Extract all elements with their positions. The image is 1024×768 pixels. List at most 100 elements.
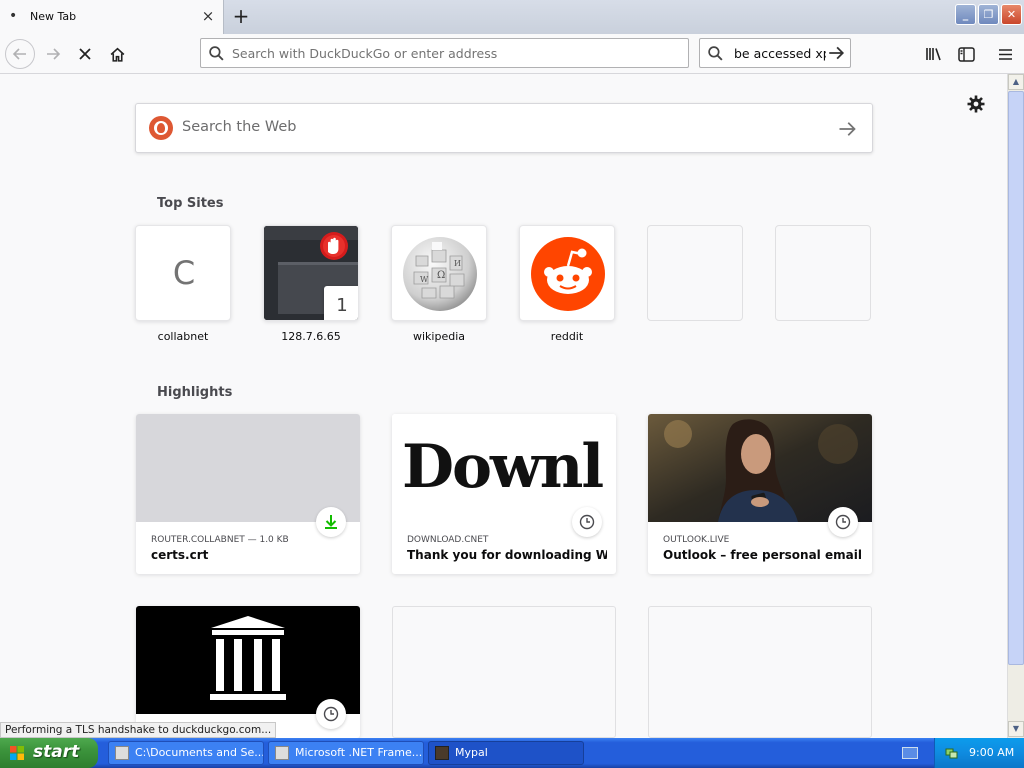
stop-button[interactable]	[70, 39, 100, 69]
sidebar-icon	[957, 46, 975, 62]
site-letter: C	[172, 254, 196, 292]
search-input[interactable]	[734, 46, 826, 61]
archive-building-icon	[210, 616, 286, 700]
top-site-empty[interactable]	[775, 225, 871, 321]
top-site-128-7-6-65[interactable]: 1 128.7.6.65	[263, 225, 359, 343]
reddit-logo-icon	[531, 237, 605, 311]
tab-strip: • New Tab × + _ ❐ ✕	[0, 0, 1024, 34]
mypal-icon	[435, 746, 449, 760]
minimize-button[interactable]: _	[955, 4, 976, 25]
site-tile-placeholder[interactable]	[647, 225, 743, 321]
scroll-thumb[interactable]	[1008, 91, 1024, 665]
navigation-bar	[0, 34, 1024, 74]
hamburger-menu-icon	[998, 48, 1012, 60]
menu-button[interactable]	[990, 39, 1020, 69]
top-site-wikipedia[interactable]: Ω И W wikipedia	[391, 225, 487, 343]
site-label: collabnet	[157, 330, 209, 343]
scroll-up-button[interactable]: ▲	[1008, 74, 1024, 90]
taskbar-item-dotnet[interactable]: Microsoft .NET Frame...	[268, 741, 424, 765]
arrow-right-icon[interactable]	[827, 44, 845, 62]
task-label: C:\Documents and Se...	[135, 746, 264, 759]
clock[interactable]: 9:00 AM	[969, 746, 1014, 759]
search-bar[interactable]	[699, 38, 851, 68]
page-scrollbar[interactable]: ▲ ▼	[1007, 74, 1024, 738]
top-site-reddit[interactable]: reddit	[519, 225, 615, 343]
highlight-card-archive[interactable]	[136, 606, 360, 738]
search-icon	[708, 46, 723, 61]
card-badge	[316, 699, 346, 729]
svg-text:Ω: Ω	[437, 270, 445, 281]
library-icon	[926, 48, 941, 61]
card-title: Outlook – free personal email an...	[663, 548, 863, 562]
scroll-down-button[interactable]: ▼	[1008, 721, 1024, 737]
close-icon	[79, 48, 91, 60]
highlight-card-placeholder	[392, 606, 616, 738]
tab-title: New Tab	[30, 10, 77, 23]
card-badge	[828, 507, 858, 537]
site-label: reddit	[550, 330, 584, 343]
keyboard-icon[interactable]	[902, 747, 918, 759]
web-search-input[interactable]	[182, 119, 782, 135]
site-tile-placeholder[interactable]	[775, 225, 871, 321]
top-sites-heading: Top Sites	[157, 196, 224, 211]
wikipedia-globe-icon: Ω И W	[403, 237, 477, 311]
task-label: Mypal	[455, 746, 488, 759]
highlights-heading: Highlights	[157, 385, 233, 400]
site-tile[interactable]: 1	[263, 225, 359, 321]
clock-icon	[323, 706, 339, 722]
close-window-button[interactable]: ✕	[1001, 4, 1022, 25]
home-button[interactable]	[102, 39, 132, 69]
download-icon	[325, 515, 337, 529]
network-icon[interactable]	[945, 746, 959, 760]
arrow-right-icon[interactable]	[837, 119, 857, 139]
card-thumbnail	[136, 606, 360, 714]
web-search-box[interactable]	[135, 103, 873, 153]
tab-new-tab[interactable]: • New Tab ×	[0, 0, 224, 34]
task-label: Microsoft .NET Frame...	[295, 746, 423, 759]
tab-close-button[interactable]: ×	[199, 7, 217, 25]
card-host: OUTLOOK.LIVE	[663, 535, 730, 545]
sidebar-button[interactable]	[951, 39, 981, 69]
highlight-card-cnet[interactable]: Downl DOWNLOAD.CNET Thank you for downlo…	[392, 414, 616, 574]
arrow-left-icon	[12, 48, 26, 60]
search-icon	[209, 46, 224, 61]
highlight-card-outlook[interactable]: OUTLOOK.LIVE Outlook – free personal ema…	[648, 414, 872, 574]
library-button[interactable]	[919, 39, 949, 69]
new-tab-button[interactable]: +	[230, 5, 252, 27]
card-title: Thank you for downloading Win...	[407, 548, 607, 562]
taskbar: start C:\Documents and Se... Microsoft .…	[0, 738, 1024, 768]
site-tile[interactable]: C	[135, 225, 231, 321]
clock-icon	[835, 514, 851, 530]
status-bar: Performing a TLS handshake to duckduckgo…	[0, 722, 277, 738]
address-input[interactable]	[232, 46, 672, 61]
7zip-icon	[115, 746, 129, 760]
card-badge	[316, 507, 346, 537]
highlight-card-certs[interactable]: ROUTER.COLLABNET — 1.0 KB certs.crt	[136, 414, 360, 574]
site-tile[interactable]	[519, 225, 615, 321]
card-thumbnail	[648, 414, 872, 522]
loading-indicator-icon: •	[9, 8, 18, 24]
card-title: certs.crt	[151, 548, 209, 562]
duckduckgo-logo-icon	[149, 116, 173, 140]
back-button[interactable]	[5, 39, 35, 69]
system-tray: 9:00 AM	[934, 738, 1024, 768]
start-label: start	[33, 742, 80, 762]
taskbar-item-7zip[interactable]: C:\Documents and Se...	[108, 741, 264, 765]
site-tile[interactable]: Ω И W	[391, 225, 487, 321]
card-host: DOWNLOAD.CNET	[407, 535, 489, 545]
thumbnail-text: Downl	[402, 432, 604, 502]
forward-button[interactable]	[38, 39, 68, 69]
address-bar[interactable]	[200, 38, 689, 68]
start-button[interactable]: start	[0, 738, 98, 768]
site-label: wikipedia	[412, 330, 465, 343]
card-thumbnail: Downl	[392, 414, 616, 522]
top-site-empty[interactable]	[647, 225, 743, 321]
site-label: 128.7.6.65	[281, 330, 341, 343]
card-thumbnail	[136, 414, 360, 522]
top-site-collabnet[interactable]: C collabnet	[135, 225, 231, 343]
arrow-right-icon	[47, 48, 61, 60]
svg-text:W: W	[420, 275, 429, 284]
gear-icon[interactable]	[966, 94, 986, 114]
taskbar-item-mypal[interactable]: Mypal	[428, 741, 584, 765]
restore-button[interactable]: ❐	[978, 4, 999, 25]
